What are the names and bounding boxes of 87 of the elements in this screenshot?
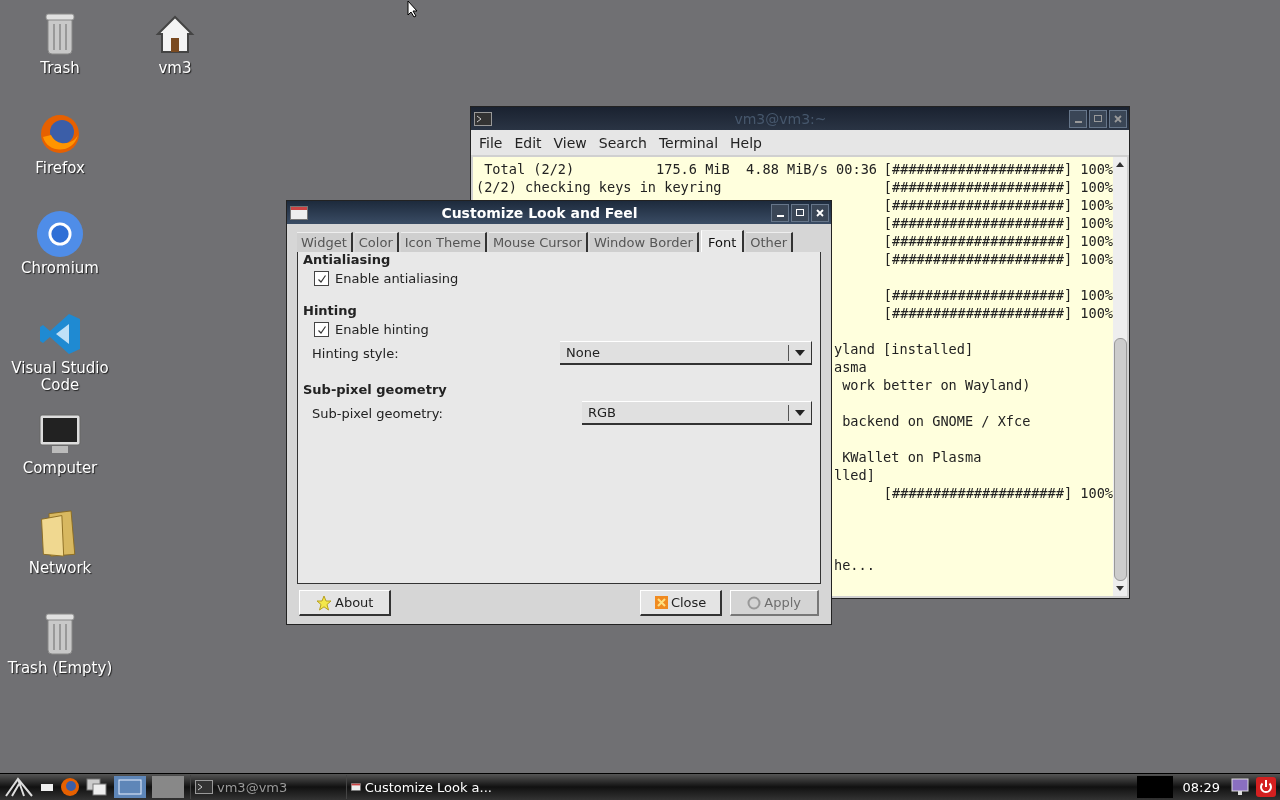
terminal-text: asma (834, 359, 867, 375)
taskbar-button[interactable]: vm3@vm3 (190, 775, 340, 799)
section-heading: Hinting (303, 303, 358, 318)
terminal-icon (195, 780, 213, 794)
tab[interactable]: Widget (297, 232, 353, 252)
desktop-icon-label[interactable]: Trash (Empty) (5, 660, 115, 677)
terminal-text: (2/2) checking keys in keyring (476, 179, 722, 195)
progress-text: [#####################] 100% (883, 160, 1113, 178)
minimize-button[interactable] (1069, 109, 1087, 128)
trash-icon[interactable] (45, 610, 75, 658)
terminal-text: Total (2/2) 175.6 MiB 4.88 MiB/s 00:36 (483, 161, 878, 177)
close-icon (816, 208, 824, 217)
progress-text: [#####################] 100% (883, 232, 1113, 250)
close-icon (1114, 114, 1122, 123)
checkmark-icon (316, 273, 327, 284)
star-icon (316, 594, 332, 611)
progress-text: [#####################] 100% (883, 196, 1113, 214)
minimize-button[interactable] (771, 203, 789, 222)
menu-item[interactable]: Terminal (652, 134, 725, 151)
terminal-text: lled] (834, 467, 875, 483)
menu-item[interactable]: View (547, 134, 593, 151)
caret-icon (795, 409, 805, 416)
progress-text: [#####################] 100% (883, 214, 1113, 232)
taskbar-button[interactable]: Customize Look a... (346, 775, 496, 799)
terminal-text: yland [installed] (834, 341, 974, 357)
chromium-icon[interactable] (35, 210, 85, 258)
checkbox-label[interactable]: Enable antialiasing (335, 271, 459, 286)
desktop-icon-label[interactable]: Network (5, 560, 115, 577)
clock[interactable]: 08:29 (1178, 779, 1224, 795)
terminal-text: KWallet on Plasma (841, 449, 982, 465)
scroll-up-icon (1115, 160, 1125, 168)
power-icon[interactable] (1256, 777, 1276, 797)
tab[interactable]: Window Border (589, 232, 699, 252)
section-heading: Sub-pixel geometry (303, 382, 448, 397)
dropdown[interactable]: RGB (582, 401, 812, 425)
tab[interactable]: Other (746, 232, 794, 252)
tab[interactable]: Color (354, 232, 399, 252)
close-button[interactable] (1109, 109, 1127, 128)
checkbox[interactable] (314, 271, 329, 286)
checkbox-label[interactable]: Enable hinting (335, 322, 429, 337)
terminal-text: backend on GNOME / Xfce (841, 413, 1031, 429)
trash-icon[interactable] (45, 10, 75, 58)
windows-icon[interactable] (86, 778, 108, 796)
checkbox[interactable] (314, 322, 329, 337)
desktop-icon[interactable] (40, 782, 54, 792)
progress-text: [#####################] 100% (883, 304, 1113, 322)
field-label: Sub-pixel geometry: (312, 405, 444, 421)
field-label: Hinting style: (312, 345, 400, 361)
maximize-button[interactable] (791, 203, 809, 222)
start-menu-icon[interactable] (4, 776, 34, 798)
tab[interactable]: Font (700, 230, 745, 252)
scrollbar[interactable] (1113, 157, 1127, 596)
tab[interactable]: Mouse Cursor (488, 232, 588, 252)
terminal-icon (474, 111, 492, 126)
scroll-down-icon (1115, 585, 1125, 593)
window-title: Customize Look and Feel (440, 204, 639, 221)
progress-text: [#####################] 100% (883, 286, 1113, 304)
progress-text: [#####################] 100% (883, 484, 1113, 502)
dropdown[interactable]: None (560, 341, 812, 365)
checkmark-icon (316, 324, 327, 335)
firefox-icon[interactable] (60, 777, 80, 797)
menu-item[interactable]: File (473, 134, 509, 151)
dialog-button[interactable]: About (299, 590, 392, 616)
caret-icon (795, 349, 805, 356)
desktop-icon-label[interactable]: Visual Studio Code (5, 360, 115, 394)
menu-item[interactable]: Edit (508, 134, 548, 151)
desktop-icon-label[interactable]: Firefox (5, 160, 115, 177)
apply-icon (747, 595, 762, 610)
section-heading: Antialiasing (303, 252, 392, 267)
window-icon (351, 780, 361, 794)
desktop-icon-label[interactable]: vm3 (120, 60, 230, 77)
menu-item[interactable]: Help (724, 134, 768, 151)
desktop-icon-label[interactable]: Computer (5, 460, 115, 477)
desktop-icon-label[interactable]: Trash (5, 60, 115, 77)
terminal-text: work better on Wayland) (841, 377, 1031, 393)
close-icon (654, 596, 668, 609)
tab[interactable]: Icon Theme (400, 232, 487, 252)
dialog-button[interactable]: Close (639, 590, 723, 616)
menu-item[interactable]: Search (592, 134, 653, 151)
progress-text: [#####################] 100% (883, 178, 1113, 196)
close-button[interactable] (811, 203, 829, 222)
desktop-icon-label[interactable]: Chromium (5, 260, 115, 277)
window-icon (290, 205, 308, 220)
progress-text: [#####################] 100% (883, 250, 1113, 268)
terminal-text: he... (834, 557, 875, 573)
maximize-button[interactable] (1089, 109, 1107, 128)
mouse-pointer-icon (407, 0, 419, 18)
